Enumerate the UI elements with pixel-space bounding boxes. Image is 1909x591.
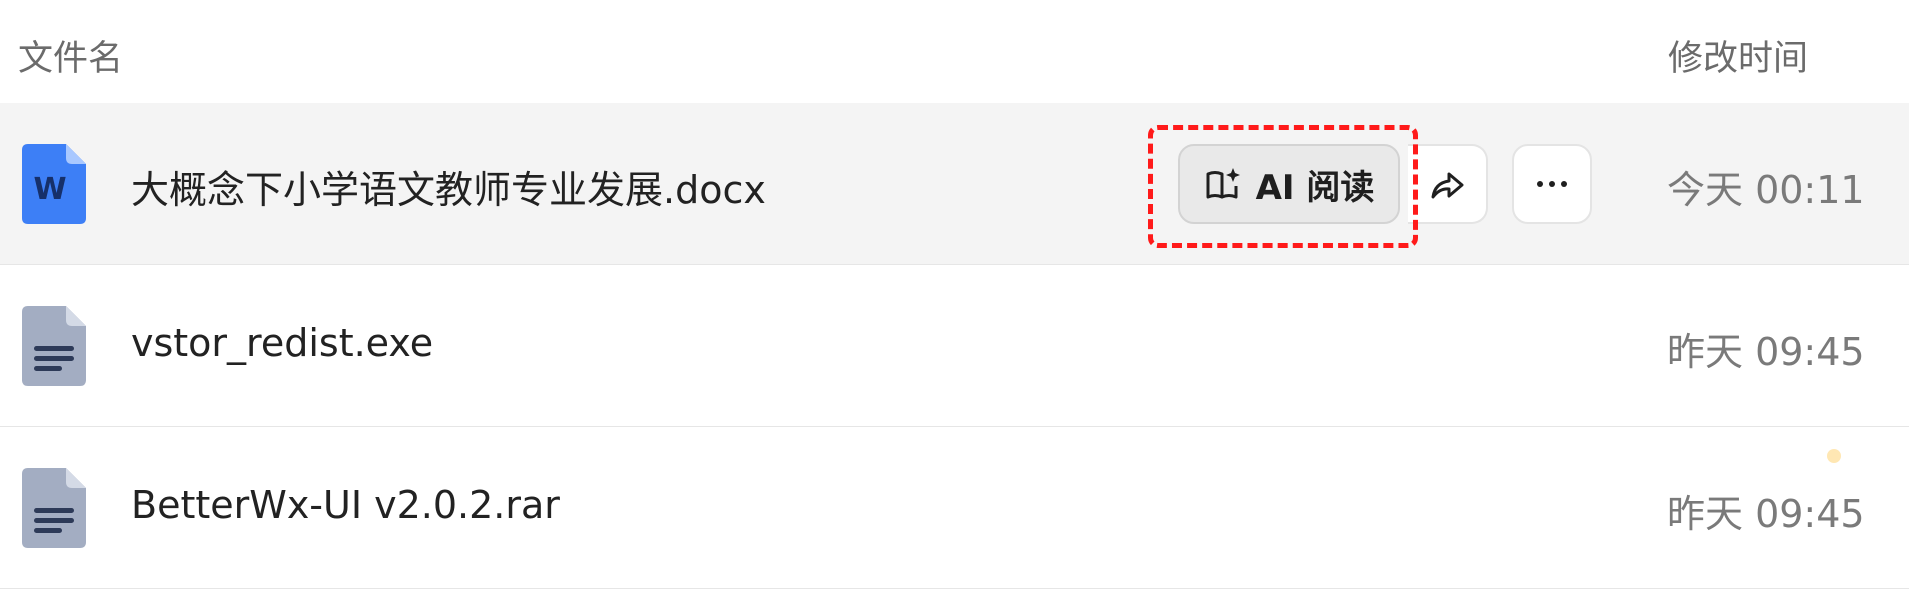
ai-read-button[interactable]: AI 阅读 <box>1178 144 1400 224</box>
file-row[interactable]: BetterWx-UI v2.0.2.rar 昨天 09:45 <box>0 427 1909 589</box>
file-modified-time: 今天 00:11 <box>1667 168 1865 212</box>
ai-book-icon <box>1206 168 1240 199</box>
word-doc-letter: W <box>33 172 66 207</box>
more-icon <box>1537 181 1567 187</box>
generic-file-icon <box>22 468 86 548</box>
word-doc-icon: W <box>22 144 86 224</box>
generic-file-icon <box>22 306 86 386</box>
file-list-header: 文件名 修改时间 <box>0 0 1909 103</box>
file-row[interactable]: vstor_redist.exe 昨天 09:45 <box>0 265 1909 427</box>
file-modified-time: 昨天 09:45 <box>1667 492 1865 536</box>
file-name[interactable]: BetterWx-UI v2.0.2.rar <box>131 483 560 527</box>
file-modified-time: 昨天 09:45 <box>1667 330 1865 374</box>
column-header-modified[interactable]: 修改时间 <box>1668 30 1808 81</box>
more-button[interactable] <box>1512 144 1592 224</box>
share-icon <box>1431 172 1464 199</box>
column-header-name[interactable]: 文件名 <box>18 30 123 81</box>
status-dot <box>1827 449 1841 463</box>
file-name[interactable]: vstor_redist.exe <box>131 321 433 365</box>
ai-read-label: AI 阅读 <box>1255 167 1375 208</box>
share-button[interactable] <box>1408 144 1488 224</box>
file-name[interactable]: 大概念下小学语文教师专业发展.docx <box>131 159 766 214</box>
file-row[interactable]: W 大概念下小学语文教师专业发展.docx AI 阅读 今天 00:11 <box>0 103 1909 265</box>
